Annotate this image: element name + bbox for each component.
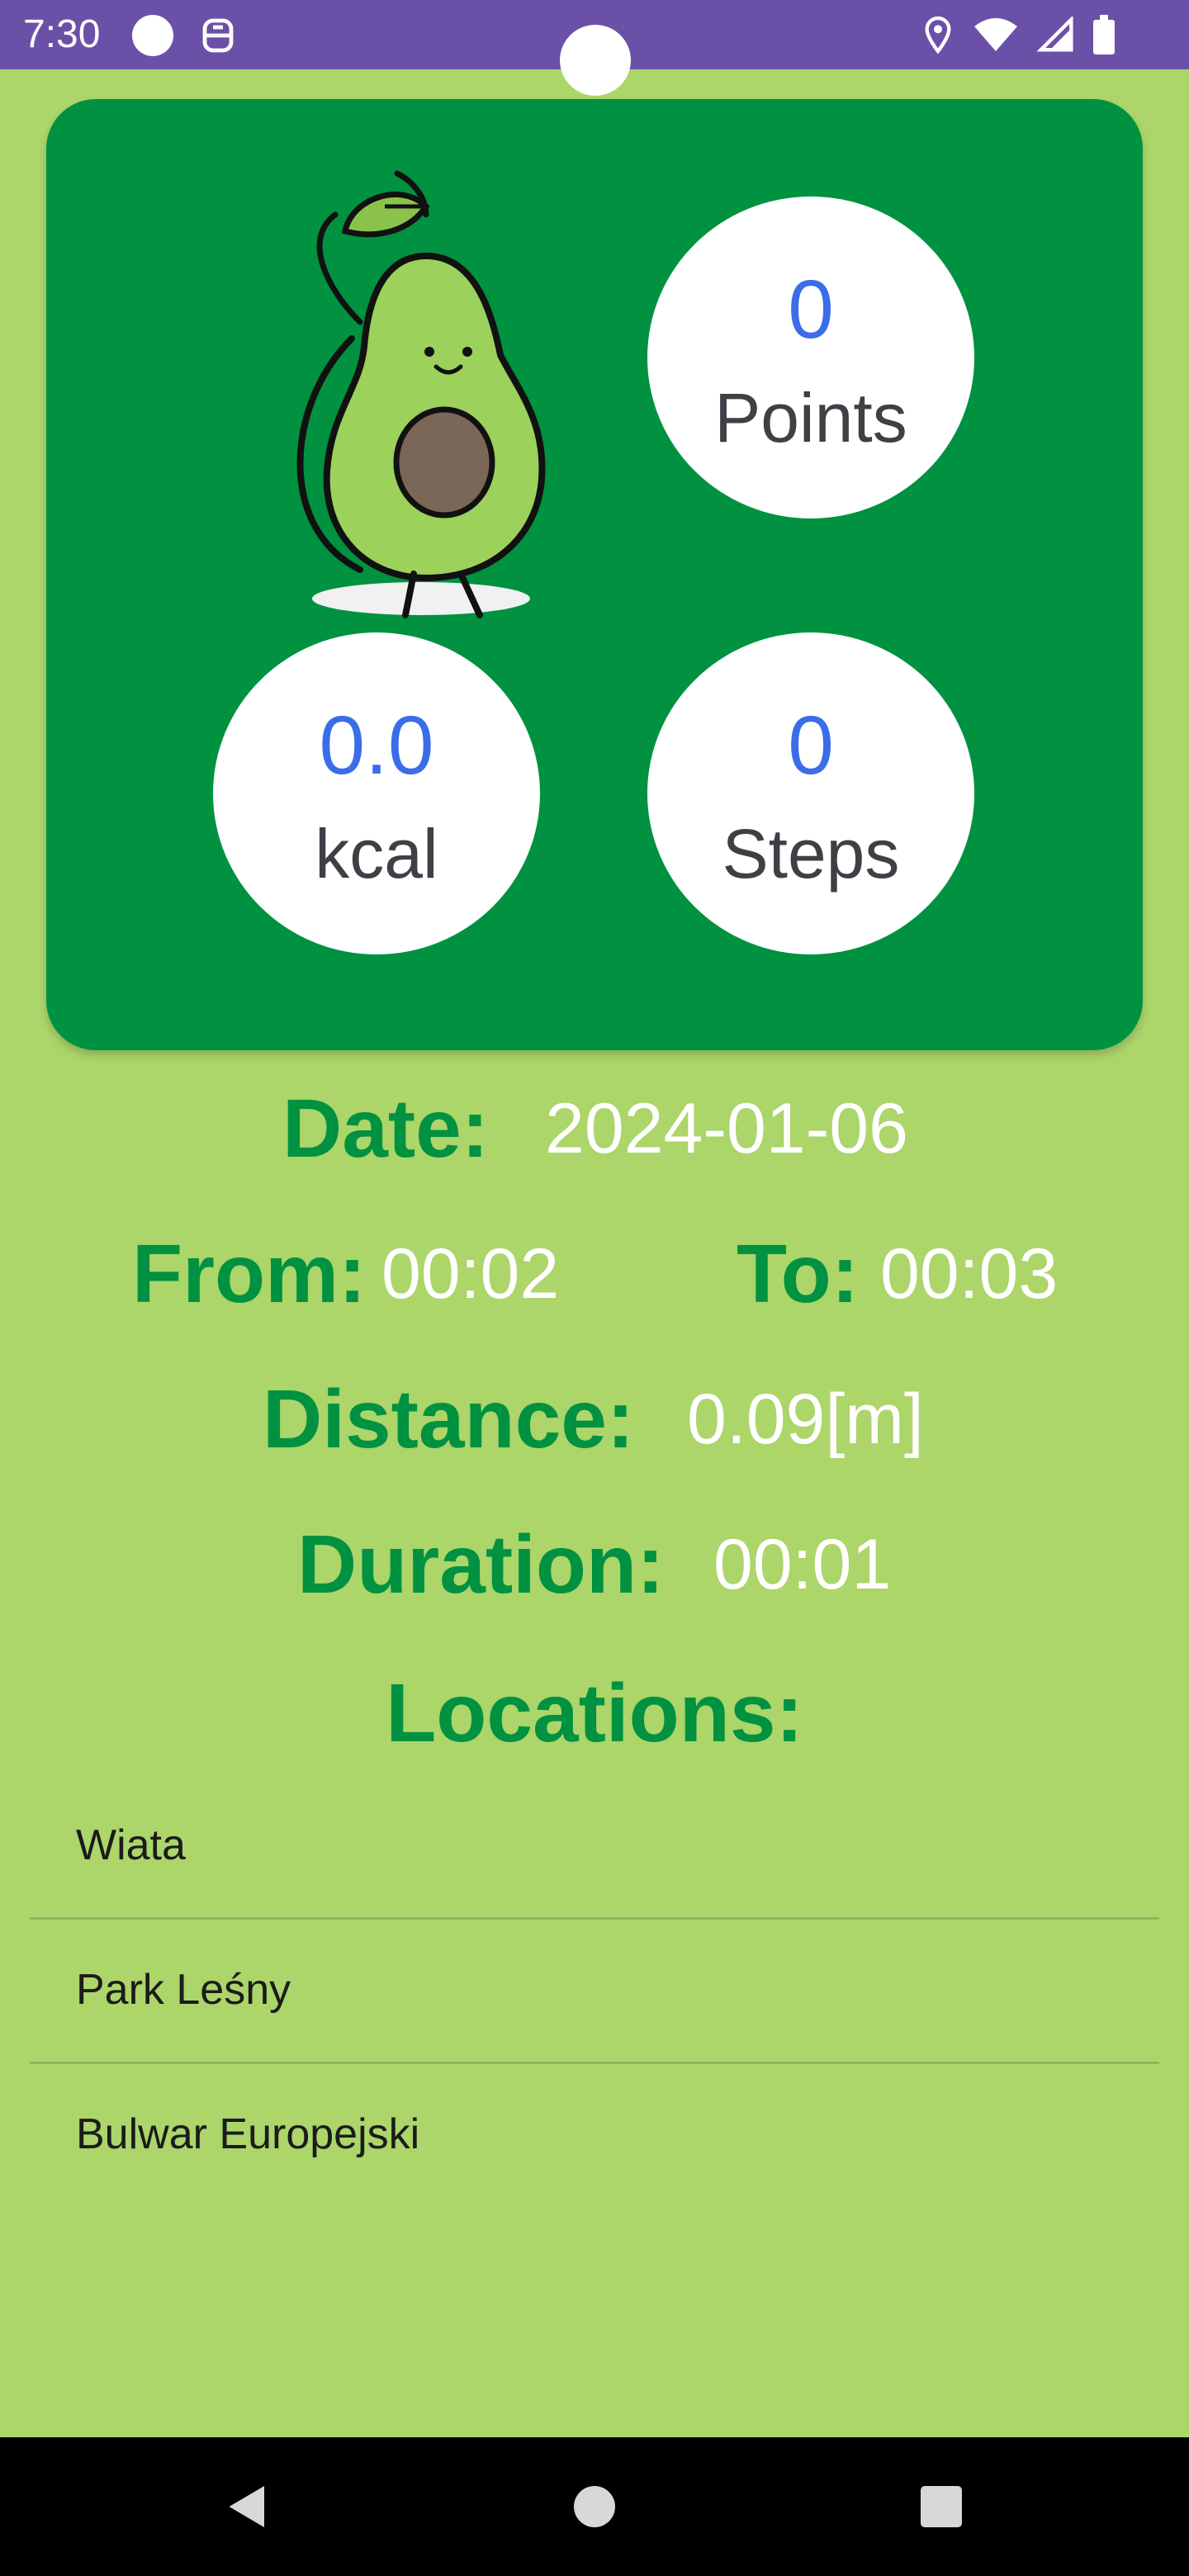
points-value: 0 (788, 263, 834, 356)
kcal-value: 0.0 (319, 699, 434, 792)
duration-label: Duration: (297, 1518, 665, 1611)
stats-card: 0 Points 0.0 kcal 0 Steps (46, 99, 1143, 1050)
back-icon[interactable] (223, 2482, 272, 2531)
wifi-icon (974, 18, 1017, 51)
signal-icon (1037, 17, 1073, 52)
status-icons (921, 12, 1115, 58)
from-value: 00:02 (381, 1234, 560, 1314)
list-item[interactable]: Park Leśny (30, 1920, 1159, 2064)
from-label: From: (132, 1228, 367, 1320)
duration-row: Duration: 00:01 (0, 1511, 1189, 1618)
recents-icon[interactable] (917, 2482, 966, 2531)
kcal-label: kcal (315, 815, 438, 893)
time-range-row: From: 00:02 To: 00:03 (0, 1220, 1189, 1328)
home-icon[interactable] (570, 2482, 619, 2531)
status-time: 7:30 (23, 12, 101, 56)
distance-value: 0.09[m] (687, 1380, 924, 1459)
locations-list: Wiata Park Leśny Bulwar Europejski (30, 1775, 1159, 2206)
sim-icon (202, 18, 234, 53)
avocado-mascot-icon (296, 170, 546, 618)
kcal-circle: 0.0 kcal (213, 632, 540, 954)
locations-title: Locations: (386, 1667, 803, 1759)
notification-dot-icon (132, 15, 173, 56)
date-value: 2024-01-06 (545, 1089, 908, 1168)
distance-row: Distance: 0.09[m] (0, 1366, 1189, 1473)
battery-icon (1093, 15, 1115, 54)
points-circle: 0 Points (647, 197, 974, 519)
location-name: Wiata (76, 1821, 186, 1869)
duration-value: 00:01 (713, 1525, 892, 1604)
location-name: Bulwar Europejski (76, 2110, 420, 2158)
list-item[interactable]: Wiata (30, 1775, 1159, 1920)
location-icon (925, 16, 951, 54)
list-item[interactable]: Bulwar Europejski (30, 2064, 1159, 2206)
date-label: Date: (282, 1082, 490, 1175)
navigation-bar (0, 2437, 1189, 2576)
steps-circle: 0 Steps (647, 632, 974, 954)
camera-cutout (560, 25, 631, 96)
distance-label: Distance: (263, 1373, 635, 1466)
points-label: Points (714, 379, 907, 457)
to-value: 00:03 (880, 1234, 1059, 1314)
location-name: Park Leśny (76, 1966, 291, 2014)
steps-value: 0 (788, 699, 834, 792)
date-row: Date: 2024-01-06 (0, 1075, 1189, 1182)
to-label: To: (737, 1228, 860, 1320)
steps-label: Steps (722, 815, 900, 893)
